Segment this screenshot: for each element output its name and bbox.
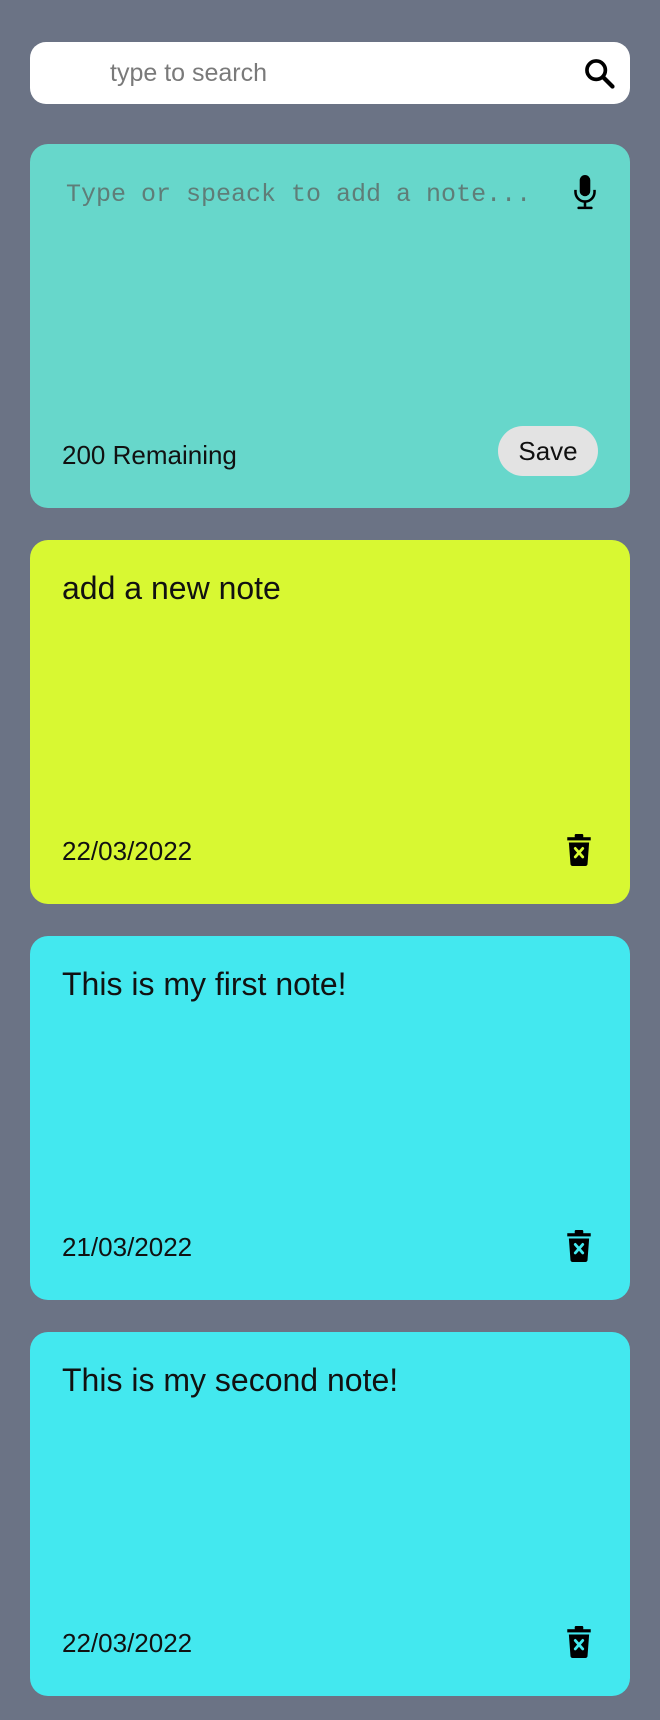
note-text: This is my first note! [62, 966, 347, 1002]
note-card: This is my second note! 22/03/2022 [30, 1332, 630, 1696]
new-note-card: 200 Remaining Save [30, 144, 630, 508]
note-card: add a new note 22/03/2022 [30, 540, 630, 904]
note-date: 22/03/2022 [62, 836, 193, 866]
trash-icon[interactable] [566, 1230, 592, 1262]
trash-icon[interactable] [566, 834, 592, 866]
note-text: This is my second note! [62, 1362, 399, 1398]
save-button[interactable]: Save [498, 426, 598, 476]
note-date: 22/03/2022 [62, 1628, 193, 1658]
remaining-counter: 200 Remaining [62, 440, 237, 470]
search-input[interactable] [110, 42, 570, 104]
new-note-textarea[interactable] [66, 180, 566, 360]
microphone-icon[interactable] [572, 174, 598, 210]
trash-icon[interactable] [566, 1626, 592, 1658]
note-card: This is my first note! 21/03/2022 [30, 936, 630, 1300]
note-date: 21/03/2022 [62, 1232, 193, 1262]
note-text: add a new note [62, 570, 281, 606]
search-icon[interactable] [582, 56, 616, 90]
search-bar [30, 42, 630, 104]
